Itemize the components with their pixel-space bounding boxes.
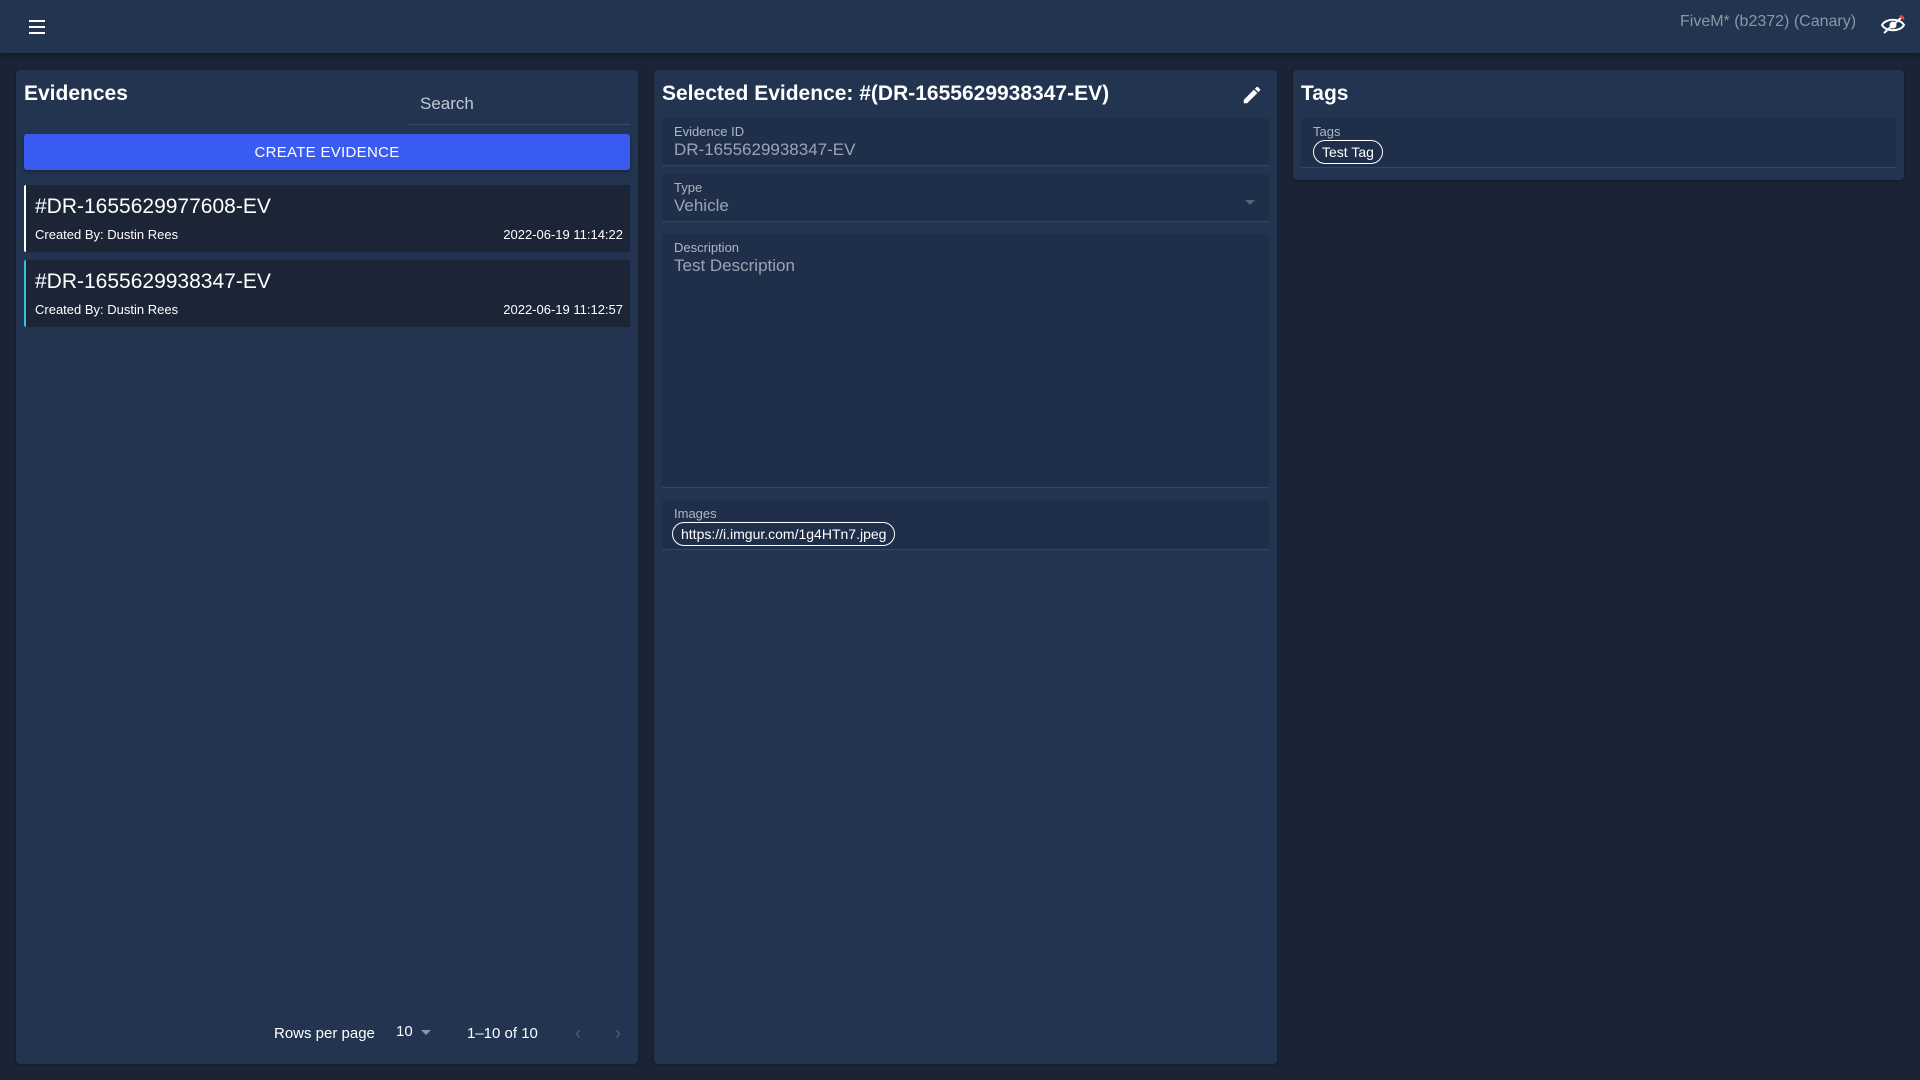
tags-label: Tags [1313,124,1341,139]
type-value: Vehicle [674,196,729,215]
type-select[interactable]: Type Vehicle [662,174,1269,222]
evidence-item-author: Created By: Dustin Rees [35,227,179,242]
tags-field[interactable]: Tags Test Tag [1301,118,1896,168]
images-field[interactable]: Images https://i.imgur.com/1g4HTn7.jpeg [662,500,1269,550]
evidence-id-field[interactable]: Evidence ID DR-1655629938347-EV [662,118,1269,166]
description-field[interactable]: Description Test Description [662,234,1269,488]
tags-panel: Tags Tags Test Tag [1293,70,1904,180]
pencil-icon[interactable] [1241,84,1263,106]
selected-evidence-panel: Selected Evidence: #(DR-1655629938347-EV… [654,70,1277,1064]
selected-evidence-title: Selected Evidence: #(DR-1655629938347-EV… [662,82,1110,105]
description-label: Description [674,240,740,255]
evidence-id-value: DR-1655629938347-EV [674,140,856,159]
evidence-list-item[interactable]: #DR-1655629977608-EV Created By: Dustin … [24,185,630,252]
evidence-id-label: Evidence ID [674,124,745,139]
search-input[interactable] [408,78,630,124]
description-value: Test Description [674,256,795,275]
create-evidence-button[interactable]: CREATE EVIDENCE [24,134,630,170]
caret-down-icon [420,1029,431,1035]
search-field[interactable] [408,78,630,125]
evidence-item-author: Created By: Dustin Rees [35,302,179,317]
hamburger-menu-icon[interactable] [24,16,50,38]
rows-per-page-select[interactable]: 10 [396,1023,431,1040]
evidences-title: Evidences [24,82,128,105]
evidence-item-date: 2022-06-19 11:14:22 [503,227,623,242]
eye-off-icon[interactable] [1880,14,1906,36]
images-label: Images [674,506,717,521]
evidence-list-item-selected[interactable]: #DR-1655629938347-EV Created By: Dustin … [24,260,630,327]
tag-chip[interactable]: Test Tag [1313,140,1383,164]
type-label: Type [674,180,703,195]
rows-per-page-value: 10 [396,1023,413,1040]
tags-title: Tags [1301,82,1349,105]
window-title: FiveM* (b2372) (Canary) [1680,13,1857,30]
chevron-left-icon[interactable]: ‹ [566,1021,590,1045]
chevron-right-icon[interactable]: › [606,1021,630,1045]
evidence-item-date: 2022-06-19 11:12:57 [503,302,623,317]
rows-per-page-label: Rows per page [274,1025,375,1042]
evidence-item-id: #DR-1655629977608-EV [35,195,271,218]
evidences-panel: Evidences CREATE EVIDENCE #DR-1655629977… [16,70,638,1064]
top-app-bar: FiveM* (b2372) (Canary) [0,0,1920,53]
image-chip[interactable]: https://i.imgur.com/1g4HTn7.jpeg [672,522,896,546]
pagination-range: 1–10 of 10 [467,1025,538,1042]
evidence-item-id: #DR-1655629938347-EV [35,270,271,293]
pagination: Rows per page 10 1–10 of 10 ‹ › [16,1018,638,1048]
caret-down-icon [1245,200,1255,205]
